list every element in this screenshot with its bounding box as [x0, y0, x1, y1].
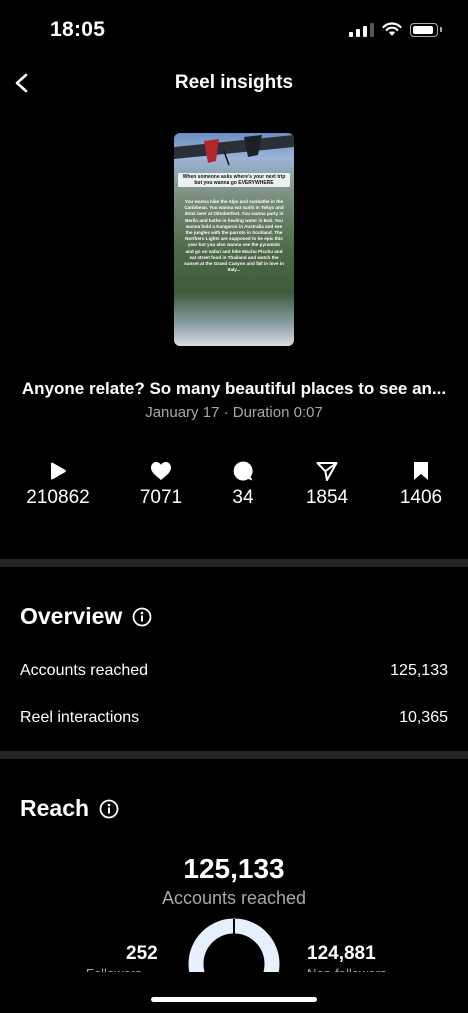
- info-icon[interactable]: [99, 799, 119, 819]
- stat-value: 1406: [399, 487, 443, 508]
- bottom-safe-area: [0, 972, 468, 1013]
- bookmark-icon: [414, 462, 428, 480]
- stat-likes: 7071: [116, 460, 206, 509]
- status-bar: 18:05: [0, 0, 468, 60]
- overview-row-reel-interactions[interactable]: Reel interactions 10,365: [20, 709, 448, 727]
- stat-value: 210862: [26, 487, 90, 508]
- reach-section-title: Reach: [20, 795, 119, 822]
- overview-title: Overview: [20, 603, 123, 629]
- cellular-signal-icon: [349, 22, 374, 37]
- airplane-wing-image: [174, 135, 294, 166]
- reel-thumbnail[interactable]: When someone asks where's your next trip…: [174, 133, 294, 346]
- followers-count: 252: [126, 943, 158, 964]
- reach-total-label: Accounts reached: [161, 888, 307, 908]
- nav-bar: Reel insights: [0, 60, 468, 108]
- page-title: Reel insights: [174, 72, 294, 93]
- reach-title: Reach: [20, 795, 90, 821]
- reel-meta: January 17 · Duration 0:07: [145, 404, 323, 421]
- reel-caption: Anyone relate? So many beautiful places …: [21, 379, 447, 398]
- stat-saves: 1406: [376, 460, 466, 509]
- section-divider: [0, 751, 468, 759]
- status-time: 18:05: [50, 18, 106, 41]
- comment-icon: [233, 461, 253, 481]
- stat-plays: 210862: [13, 460, 103, 509]
- reach-total: 125,133: [183, 853, 285, 884]
- stat-value: 34: [232, 487, 254, 508]
- overview-row-accounts-reached[interactable]: Accounts reached 125,133: [20, 662, 448, 680]
- row-value: 10,365: [399, 709, 448, 726]
- heart-icon: [151, 462, 171, 480]
- status-icons: [349, 22, 442, 37]
- battery-icon: [410, 22, 442, 37]
- overview-section-title: Overview: [20, 603, 152, 630]
- row-value: 125,133: [390, 662, 448, 679]
- share-icon: [316, 462, 338, 481]
- engagement-stats: 210862 7071 34 1854 1406: [0, 460, 468, 520]
- thumbnail-heading: When someone asks where's your next trip…: [178, 173, 290, 187]
- thumbnail-body-text: You wanna hike the Alps and sunbathe in …: [184, 199, 284, 273]
- play-icon: [51, 462, 66, 480]
- stat-comments: 34: [198, 460, 288, 509]
- info-icon[interactable]: [132, 607, 152, 627]
- stat-value: 1854: [305, 487, 349, 508]
- row-label: Reel interactions: [20, 709, 140, 726]
- stat-value: 7071: [139, 487, 183, 508]
- section-divider: [0, 559, 468, 567]
- home-indicator[interactable]: [151, 997, 317, 1002]
- wifi-icon: [382, 22, 402, 36]
- row-label: Accounts reached: [20, 662, 149, 679]
- reach-donut-chart: [188, 918, 280, 972]
- stat-shares: 1854: [282, 460, 372, 509]
- non-followers-count: 124,881: [307, 943, 376, 964]
